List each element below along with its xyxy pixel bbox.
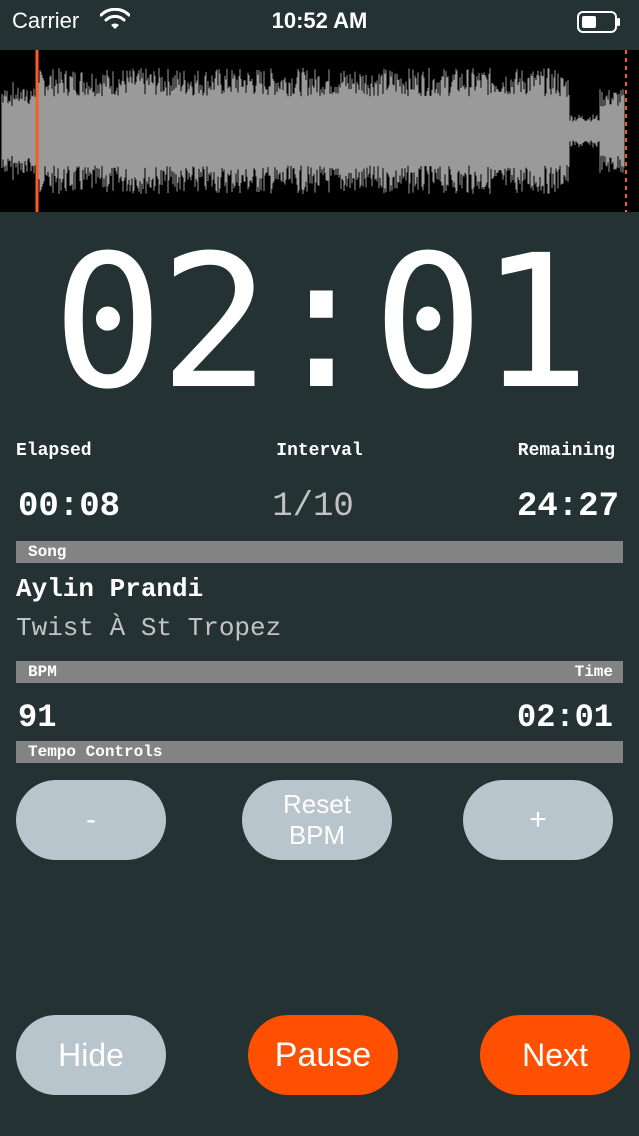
remaining-label: Remaining — [517, 441, 615, 461]
status-bar: Carrier 10:52 AM — [0, 0, 639, 44]
tempo-decrease-label: - — [86, 803, 96, 836]
pause-label: Pause — [274, 1035, 372, 1074]
hide-label: Hide — [58, 1036, 124, 1073]
bpm-value: 91 — [18, 699, 57, 736]
bpm-section-header: BPM Time — [16, 661, 623, 683]
song-title: Twist À St Tropez — [16, 613, 282, 643]
song-time-value: 02:01 — [516, 699, 613, 736]
song-header-label: Song — [28, 543, 67, 561]
waveform-graphic[interactable] — [0, 50, 639, 212]
next-label: Next — [522, 1036, 588, 1073]
hide-button[interactable]: Hide — [16, 1015, 166, 1095]
tempo-decrease-button[interactable]: - — [16, 780, 166, 860]
song-section-header: Song — [16, 541, 623, 563]
tempo-increase-label: + — [529, 803, 547, 836]
tempo-section-header: Tempo Controls — [16, 741, 623, 763]
tempo-header-label: Tempo Controls — [28, 743, 163, 761]
remaining-value: 24:27 — [516, 488, 619, 526]
countdown-timer: 02:01 — [52, 216, 591, 430]
time-header-label: Time — [574, 663, 613, 681]
reset-bpm-label: Reset BPM — [283, 789, 351, 850]
next-button[interactable]: Next — [480, 1015, 630, 1095]
status-time: 10:52 AM — [271, 8, 368, 33]
battery-icon — [577, 11, 620, 33]
pause-button[interactable]: Pause — [248, 1015, 398, 1095]
reset-bpm-button[interactable]: Reset BPM — [242, 780, 392, 860]
song-artist: Aylin Prandi — [16, 574, 204, 604]
tempo-increase-button[interactable]: + — [463, 780, 613, 860]
bpm-header-label: BPM — [28, 663, 57, 681]
waveform-view[interactable] — [0, 50, 639, 212]
